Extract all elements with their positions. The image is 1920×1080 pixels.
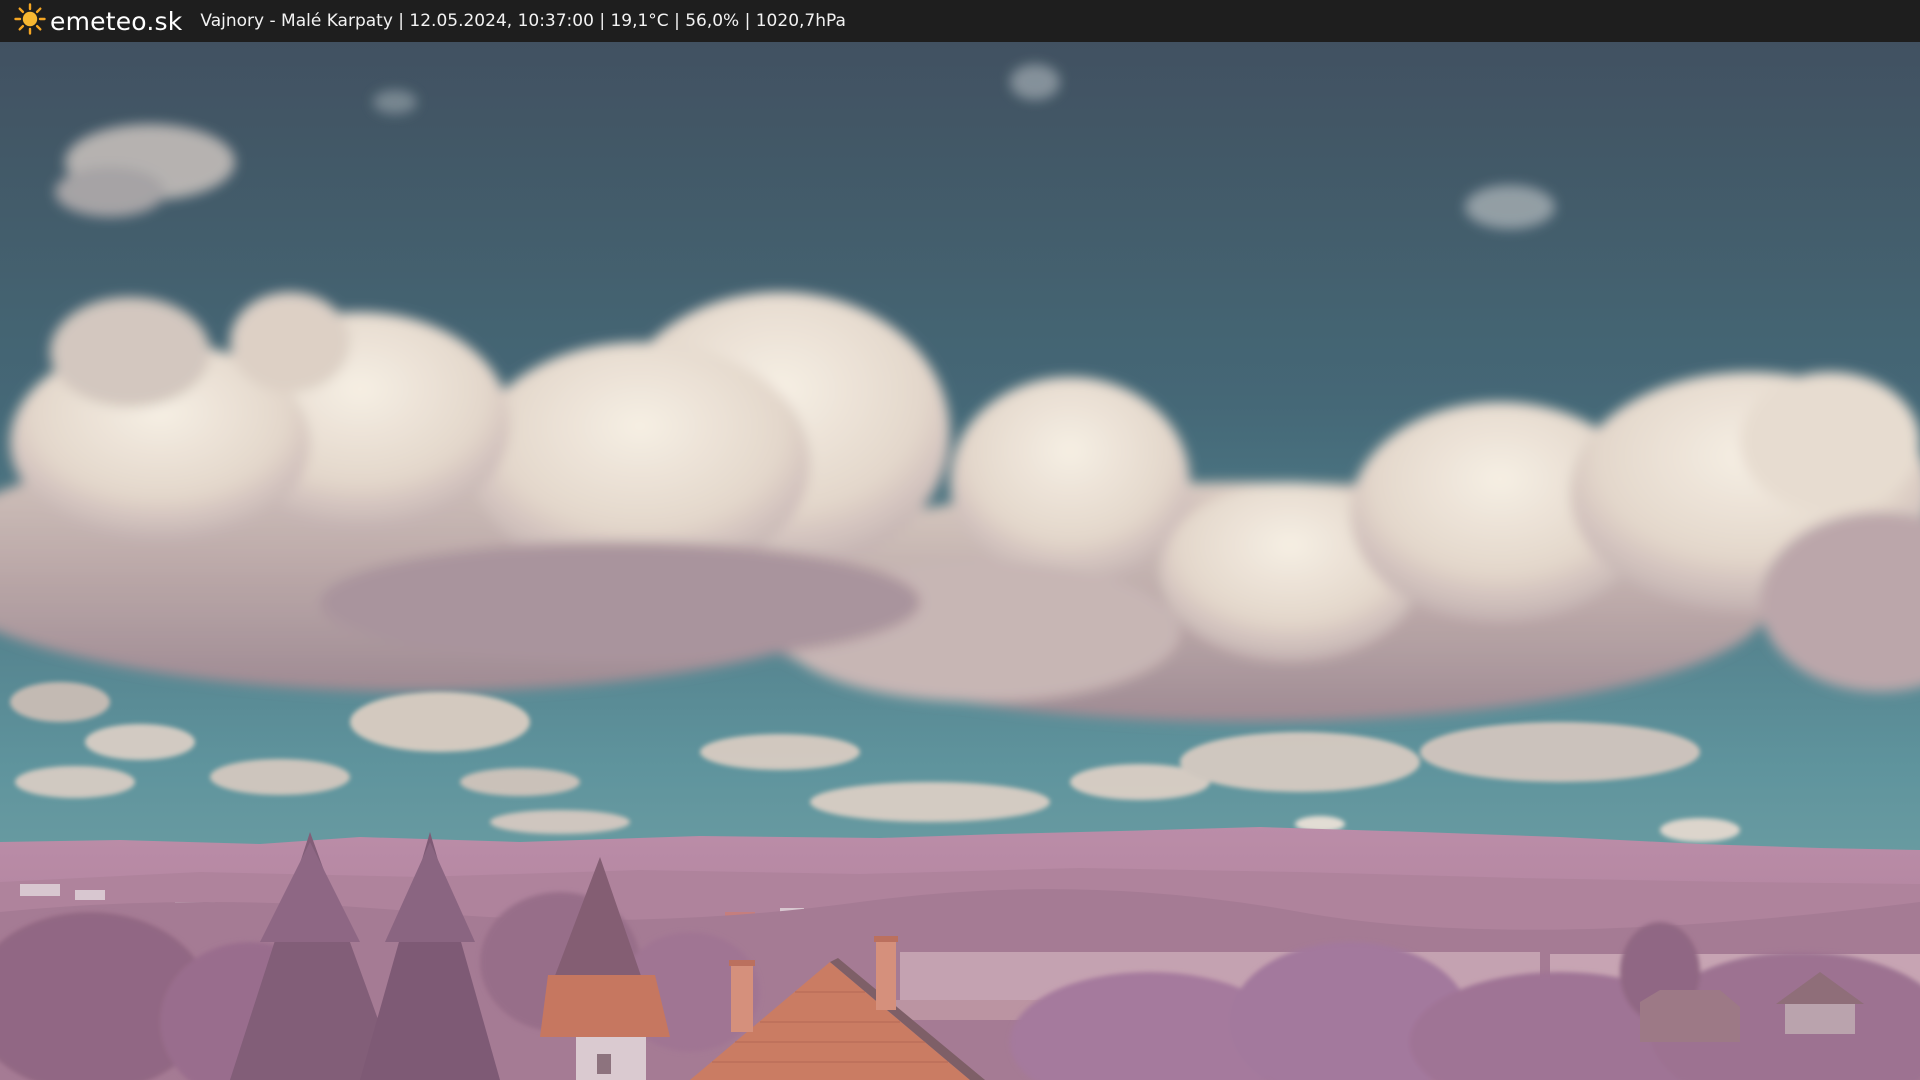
webcam-caption: Vajnory - Malé Karpaty | 12.05.2024, 10:…: [200, 11, 846, 31]
top-bar: emeteo.sk Vajnory - Malé Karpaty | 12.05…: [0, 0, 1920, 42]
brand-logo[interactable]: emeteo.sk: [14, 3, 182, 39]
webcam-image: [0, 42, 1920, 1080]
brand-name: emeteo.sk: [50, 6, 183, 36]
landscape-illustration: [0, 42, 1920, 1080]
sun-icon: [14, 3, 46, 39]
